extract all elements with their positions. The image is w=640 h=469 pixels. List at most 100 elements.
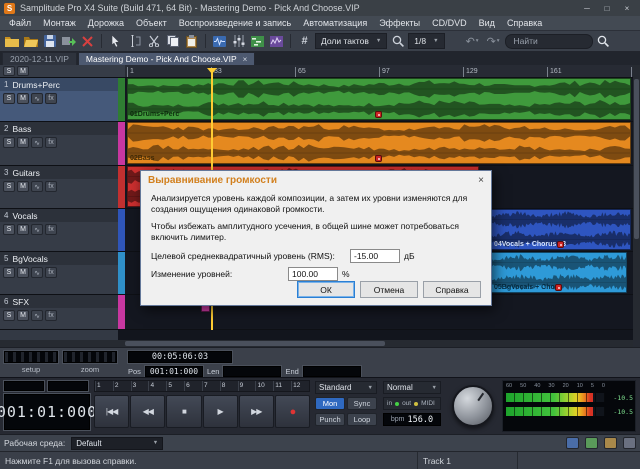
play-button[interactable]: ▶ — [203, 395, 238, 428]
marker-number[interactable]: 9 — [238, 381, 256, 391]
track-automation-icon[interactable]: ∿ — [31, 267, 43, 278]
menu-item-help[interactable]: Справка — [501, 16, 548, 30]
scrollbar-thumb[interactable] — [634, 79, 639, 239]
menu-item-object[interactable]: Объект — [130, 16, 173, 30]
cancel-button[interactable]: Отмена — [360, 281, 418, 298]
marker-number[interactable]: 8 — [220, 381, 238, 391]
dialog-close-icon[interactable]: × — [464, 175, 484, 186]
stop-button[interactable]: ■ — [166, 395, 201, 428]
track-header[interactable]: 1Drums+Perc SM∿fx — [0, 78, 118, 121]
track-mute-button[interactable]: M — [17, 224, 29, 235]
snap-mode-dropdown[interactable]: Доли тактов▼ — [315, 33, 387, 49]
track-fx-icon[interactable]: fx — [45, 267, 57, 278]
playback-speed-knob[interactable] — [452, 385, 494, 427]
track-solo-button[interactable]: S — [3, 267, 15, 278]
mouse-mode-icon[interactable] — [107, 33, 124, 50]
dialog-title-bar[interactable]: Выравнивание громкости × — [141, 171, 491, 190]
marker-number[interactable]: 11 — [273, 381, 291, 391]
gain-input[interactable] — [288, 267, 338, 281]
go-to-start-button[interactable]: |◀◀ — [94, 395, 129, 428]
object-anchor-icon[interactable] — [375, 155, 382, 162]
tempo-mode-dropdown[interactable]: Normal▼ — [383, 381, 441, 394]
all-solo-button[interactable]: S — [3, 66, 15, 76]
sync-button[interactable]: Sync — [347, 397, 377, 410]
track-mute-button[interactable]: M — [17, 93, 29, 104]
scrollbar-thumb[interactable] — [125, 341, 385, 346]
zoom-presets-display[interactable] — [63, 351, 117, 363]
marker-number[interactable]: 3 — [131, 381, 149, 391]
audio-clip[interactable]: 01Drums+Perc — [127, 78, 631, 120]
marker-number[interactable]: 6 — [184, 381, 202, 391]
menu-item-effects[interactable]: Эффекты — [373, 16, 426, 30]
grid-value-dropdown[interactable]: 1/8▼ — [408, 33, 444, 49]
help-button[interactable]: Справка — [423, 281, 481, 298]
track-automation-icon[interactable]: ∿ — [31, 93, 43, 104]
marker-number[interactable]: 2 — [113, 381, 131, 391]
marker-number[interactable]: 4 — [148, 381, 166, 391]
search-input[interactable] — [505, 34, 593, 49]
timeline-ruler[interactable]: 1336597129161193 — [125, 65, 633, 78]
track-solo-button[interactable]: S — [3, 137, 15, 148]
object-anchor-icon[interactable] — [375, 111, 382, 118]
export-icon[interactable] — [60, 33, 77, 50]
menu-item-edit[interactable]: Монтаж — [37, 16, 82, 30]
track-automation-icon[interactable]: ∿ — [31, 310, 43, 321]
all-mute-button[interactable]: M — [17, 66, 29, 76]
track-solo-button[interactable]: S — [3, 224, 15, 235]
track-name[interactable]: 1Drums+Perc — [0, 78, 118, 91]
track-automation-icon[interactable]: ∿ — [31, 224, 43, 235]
redo-icon[interactable]: ↷▾ — [484, 35, 503, 48]
menu-item-file[interactable]: Файл — [3, 16, 37, 30]
menu-item-cd-dvd[interactable]: CD/DVD — [426, 16, 473, 30]
bpm-display[interactable]: bpm156.0 — [383, 413, 441, 426]
monitor-button[interactable]: Mon — [315, 397, 345, 410]
playhead-marker[interactable] — [207, 68, 217, 79]
workspace-dropdown[interactable]: Default▼ — [71, 437, 163, 450]
maximize-button[interactable]: □ — [598, 2, 616, 14]
track-mute-button[interactable]: M — [17, 267, 29, 278]
record-button[interactable]: ● — [275, 395, 310, 428]
track-solo-button[interactable]: S — [3, 181, 15, 192]
menu-item-view[interactable]: Вид — [473, 16, 501, 30]
vertical-scrollbar[interactable] — [633, 65, 640, 340]
setup-presets-display[interactable] — [4, 351, 58, 363]
zoom-icon[interactable] — [389, 33, 406, 50]
cut-icon[interactable] — [145, 33, 162, 50]
track-solo-button[interactable]: S — [3, 310, 15, 321]
new-project-icon[interactable] — [3, 33, 20, 50]
audio-clip[interactable]: 02Bass — [127, 122, 631, 164]
track-fx-icon[interactable]: fx — [45, 310, 57, 321]
track-mute-button[interactable]: M — [17, 137, 29, 148]
tab-close-icon[interactable]: × — [243, 55, 248, 64]
track-fx-icon[interactable]: fx — [45, 224, 57, 235]
open-project-icon[interactable] — [22, 33, 39, 50]
mixer-icon[interactable] — [230, 33, 247, 50]
marker-number[interactable]: 10 — [255, 381, 273, 391]
rms-input[interactable] — [350, 249, 400, 263]
range-mode-icon[interactable] — [126, 33, 143, 50]
track-automation-icon[interactable]: ∿ — [31, 137, 43, 148]
track-fx-icon[interactable]: fx — [45, 93, 57, 104]
object-anchor-icon[interactable] — [557, 241, 564, 248]
marker-number[interactable]: 1 — [95, 381, 113, 391]
paste-icon[interactable] — [183, 33, 200, 50]
track-name[interactable]: 3Guitars — [0, 166, 118, 179]
visualization-icon[interactable] — [268, 33, 285, 50]
visualizer-toggle-icon[interactable] — [585, 437, 598, 449]
midi-editor-icon[interactable] — [249, 33, 266, 50]
track-mute-button[interactable]: M — [17, 310, 29, 321]
menu-item-automation[interactable]: Автоматизация — [297, 16, 373, 30]
copy-icon[interactable] — [164, 33, 181, 50]
track-name[interactable]: 5BgVocals — [0, 252, 118, 265]
undo-icon[interactable]: ↶▾ — [463, 35, 482, 48]
track-header[interactable]: 2Bass SM∿fx — [0, 122, 118, 165]
rewind-button[interactable]: ◀◀ — [130, 395, 165, 428]
track-header[interactable]: 3Guitars SM∿fx — [0, 166, 118, 208]
manager-toggle-icon[interactable] — [604, 437, 617, 449]
object-anchor-icon[interactable] — [555, 284, 562, 291]
punch-button[interactable]: Punch — [315, 413, 345, 426]
close-button[interactable]: × — [618, 2, 636, 14]
track-name[interactable]: 6SFX — [0, 295, 118, 308]
forward-button[interactable]: ▶▶ — [239, 395, 274, 428]
object-editor-icon[interactable] — [211, 33, 228, 50]
